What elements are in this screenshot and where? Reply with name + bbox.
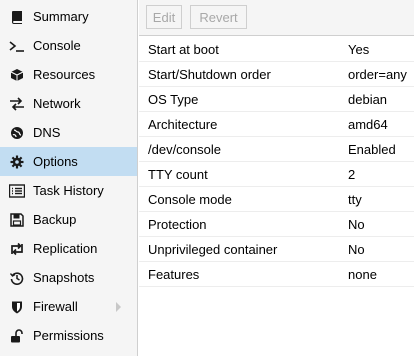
option-key: Unprivileged container (148, 242, 278, 257)
sidebar-item-label: Snapshots (33, 270, 95, 285)
sidebar-item-label: Task History (33, 183, 104, 198)
globe-icon (9, 125, 25, 141)
sidebar-item-dns[interactable]: DNS (0, 118, 137, 147)
option-key: /dev/console (148, 142, 221, 157)
sidebar-item-label: Firewall (33, 299, 78, 314)
sidebar-item-summary[interactable]: Summary (0, 2, 137, 31)
option-value: Yes (348, 42, 370, 57)
option-key: Features (148, 267, 200, 282)
option-value: tty (348, 192, 362, 207)
sidebar-item-snapshots[interactable]: Snapshots (0, 263, 137, 292)
option-value: 2 (348, 167, 356, 182)
table-row[interactable]: Architecture amd64 (139, 112, 414, 137)
sidebar-item-label: Backup (33, 212, 77, 227)
table-row[interactable]: Start/Shutdown order order=any (139, 62, 414, 87)
option-value: none (348, 267, 377, 282)
option-value: No (348, 217, 365, 232)
book-icon (9, 9, 25, 25)
sidebar-item-label: DNS (33, 125, 61, 140)
sidebar-item-label: Console (33, 38, 81, 53)
exchange-icon (9, 96, 25, 112)
sidebar-item-backup[interactable]: Backup (0, 205, 137, 234)
expand-arrow-icon[interactable] (116, 302, 121, 312)
sidebar-item-label: Resources (33, 67, 96, 82)
floppy-icon (9, 212, 25, 228)
option-key: OS Type (148, 92, 199, 107)
sidebar-item-replication[interactable]: Replication (0, 234, 137, 263)
sidebar-item-label: Network (33, 96, 81, 111)
gear-icon (9, 154, 25, 170)
table-row[interactable]: Unprivileged container No (139, 237, 414, 262)
option-value: No (348, 242, 365, 257)
shield-icon (9, 299, 25, 315)
unlock-icon (9, 328, 25, 344)
option-key: Protection (148, 217, 207, 232)
option-key: TTY count (148, 167, 208, 182)
option-value: Enabled (348, 142, 396, 157)
retweet-icon (9, 241, 25, 257)
sidebar-item-label: Summary (33, 9, 89, 24)
terminal-icon (9, 38, 25, 54)
list-icon (9, 183, 25, 199)
option-key: Architecture (148, 117, 218, 132)
table-row[interactable]: Protection No (139, 212, 414, 237)
option-key: Console mode (148, 192, 232, 207)
sidebar-item-network[interactable]: Network (0, 89, 137, 118)
option-value: order=any (348, 67, 407, 82)
table-row[interactable]: OS Type debian (139, 87, 414, 112)
table-row[interactable]: Console mode tty (139, 187, 414, 212)
toolbar: Edit Revert (139, 0, 414, 36)
table-row[interactable]: TTY count 2 (139, 162, 414, 187)
table-row[interactable]: Start at boot Yes (139, 37, 414, 62)
cube-icon (9, 67, 25, 83)
sidebar-nav: Summary Console Resources Network DNS Op… (0, 0, 138, 356)
option-key: Start at boot (148, 42, 219, 57)
edit-button[interactable]: Edit (146, 5, 182, 29)
sidebar-item-firewall[interactable]: Firewall (0, 292, 137, 321)
sidebar-item-label: Permissions (33, 328, 104, 343)
table-row[interactable]: /dev/console Enabled (139, 137, 414, 162)
sidebar-item-console[interactable]: Console (0, 31, 137, 60)
table-row[interactable]: Features none (139, 262, 414, 287)
sidebar-item-label: Options (33, 154, 78, 169)
sidebar-item-label: Replication (33, 241, 98, 256)
option-value: amd64 (348, 117, 388, 132)
option-value: debian (348, 92, 388, 107)
revert-button[interactable]: Revert (190, 5, 247, 29)
sidebar-item-resources[interactable]: Resources (0, 60, 137, 89)
history-icon (9, 270, 25, 286)
sidebar-item-options[interactable]: Options (0, 147, 137, 176)
option-key: Start/Shutdown order (148, 67, 271, 82)
sidebar-item-permissions[interactable]: Permissions (0, 321, 137, 350)
sidebar-item-task-history[interactable]: Task History (0, 176, 137, 205)
